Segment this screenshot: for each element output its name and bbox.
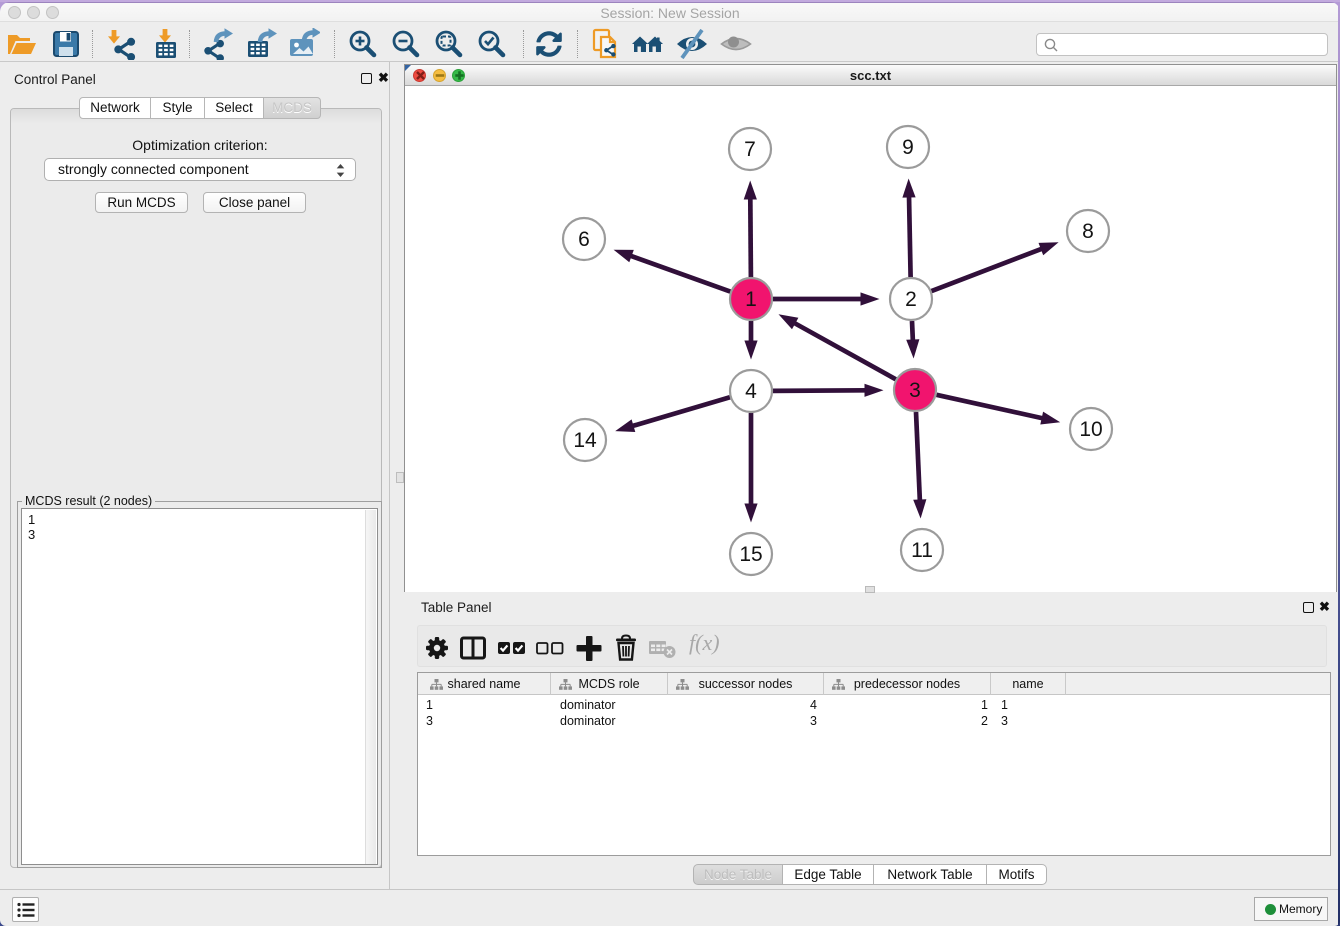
svg-text:14: 14 (573, 429, 597, 452)
svg-text:3: 3 (909, 379, 921, 402)
svg-text:1: 1 (745, 288, 757, 311)
svg-text:7: 7 (744, 138, 756, 161)
svg-text:8: 8 (1082, 220, 1094, 243)
svg-text:15: 15 (739, 543, 762, 566)
svg-text:11: 11 (911, 539, 933, 562)
svg-text:10: 10 (1079, 418, 1102, 441)
svg-text:2: 2 (905, 288, 917, 311)
svg-text:4: 4 (745, 380, 757, 403)
svg-text:6: 6 (578, 228, 590, 251)
svg-text:9: 9 (902, 136, 914, 159)
